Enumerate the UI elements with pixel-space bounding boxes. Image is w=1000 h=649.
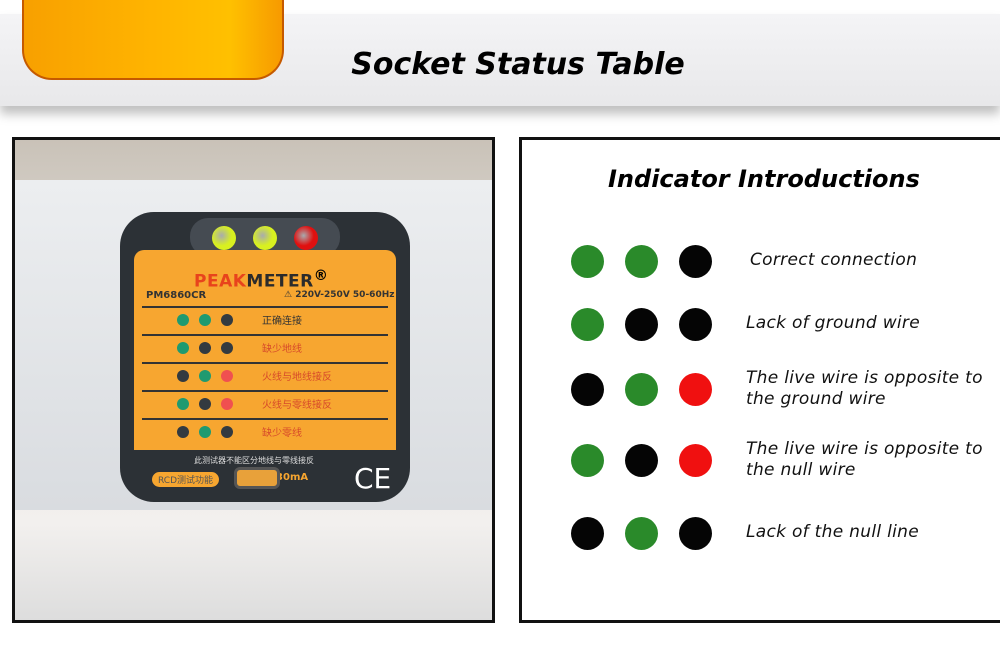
black-indicator-dot	[571, 373, 604, 406]
indicator-label: Correct connection	[750, 250, 918, 270]
indicator-row: The live wire is opposite to the null wi…	[522, 439, 1000, 481]
red-indicator-dot	[221, 398, 233, 410]
device-row-label: 正确连接	[262, 316, 302, 327]
indicator-row: The live wire is opposite to the ground …	[522, 368, 1000, 410]
device-row-label: 缺少地线	[262, 344, 302, 355]
brand-logo: PEAKMETER®	[194, 268, 329, 292]
indicator-label: The live wire is opposite to the null wi…	[746, 439, 983, 480]
green-indicator-dot	[199, 426, 211, 438]
red-indicator-dot	[679, 444, 712, 477]
black-indicator-dot	[679, 308, 712, 341]
red-indicator-dot	[221, 370, 233, 382]
device-status-row: 缺少地线	[142, 334, 388, 358]
black-indicator-dot	[625, 444, 658, 477]
green-indicator-dot	[199, 314, 211, 326]
device-status-row: 正确连接	[142, 306, 388, 330]
voltage-rating: ⚠ 220V-250V 50-60Hz	[284, 290, 395, 300]
page-title: Socket Status Table	[351, 47, 685, 82]
black-indicator-dot	[177, 426, 189, 438]
indicator-row: Lack of the null line	[522, 514, 1000, 554]
indicator-panel: Indicator Introductions Correct connecti…	[519, 137, 1000, 623]
led-1	[212, 226, 236, 250]
model-number: PM6860CR	[146, 290, 207, 301]
indicator-heading: Indicator Introductions	[608, 165, 920, 193]
green-indicator-dot	[571, 245, 604, 278]
indicator-label: The live wire is opposite to the ground …	[746, 368, 983, 409]
green-indicator-dot	[571, 308, 604, 341]
black-indicator-dot	[199, 398, 211, 410]
black-indicator-dot	[625, 308, 658, 341]
indicator-row: Correct connection	[522, 242, 1000, 282]
green-indicator-dot	[625, 245, 658, 278]
socket-tester-device: PEAKMETER® PM6860CR ⚠ 220V-250V 50-60Hz …	[120, 212, 410, 502]
green-indicator-dot	[177, 314, 189, 326]
black-indicator-dot	[221, 314, 233, 326]
red-indicator-dot	[679, 373, 712, 406]
green-indicator-dot	[199, 370, 211, 382]
black-indicator-dot	[679, 245, 712, 278]
ce-mark: CE	[354, 462, 392, 495]
device-row-label: 火线与零线接反	[262, 400, 332, 411]
green-indicator-dot	[177, 342, 189, 354]
device-row-label: 火线与地线接反	[262, 372, 332, 383]
black-indicator-dot	[199, 342, 211, 354]
indicator-row: Lack of ground wire	[522, 305, 1000, 345]
black-indicator-dot	[221, 342, 233, 354]
green-indicator-dot	[625, 517, 658, 550]
device-face: PEAKMETER® PM6860CR ⚠ 220V-250V 50-60Hz …	[134, 250, 396, 495]
device-row-label: 缺少零线	[262, 428, 302, 439]
led-2	[253, 226, 277, 250]
rcd-test-button	[234, 467, 280, 489]
black-indicator-dot	[571, 517, 604, 550]
green-indicator-dot	[571, 444, 604, 477]
rcd-label: RCD测试功能	[152, 472, 220, 487]
green-indicator-dot	[177, 398, 189, 410]
green-indicator-dot	[625, 373, 658, 406]
black-indicator-dot	[177, 370, 189, 382]
warning-text: 此测试器不能区分地线与零线接反	[194, 456, 314, 465]
product-photo-panel: PEAKMETER® PM6860CR ⚠ 220V-250V 50-60Hz …	[12, 137, 495, 623]
black-indicator-dot	[221, 426, 233, 438]
device-status-row: 缺少零线	[142, 418, 388, 442]
indicator-label: Lack of the null line	[746, 522, 919, 542]
black-indicator-dot	[679, 517, 712, 550]
device-status-row: 火线与零线接反	[142, 390, 388, 414]
led-3	[294, 226, 318, 250]
device-status-row: 火线与地线接反	[142, 362, 388, 386]
indicator-label: Lack of ground wire	[746, 313, 920, 333]
